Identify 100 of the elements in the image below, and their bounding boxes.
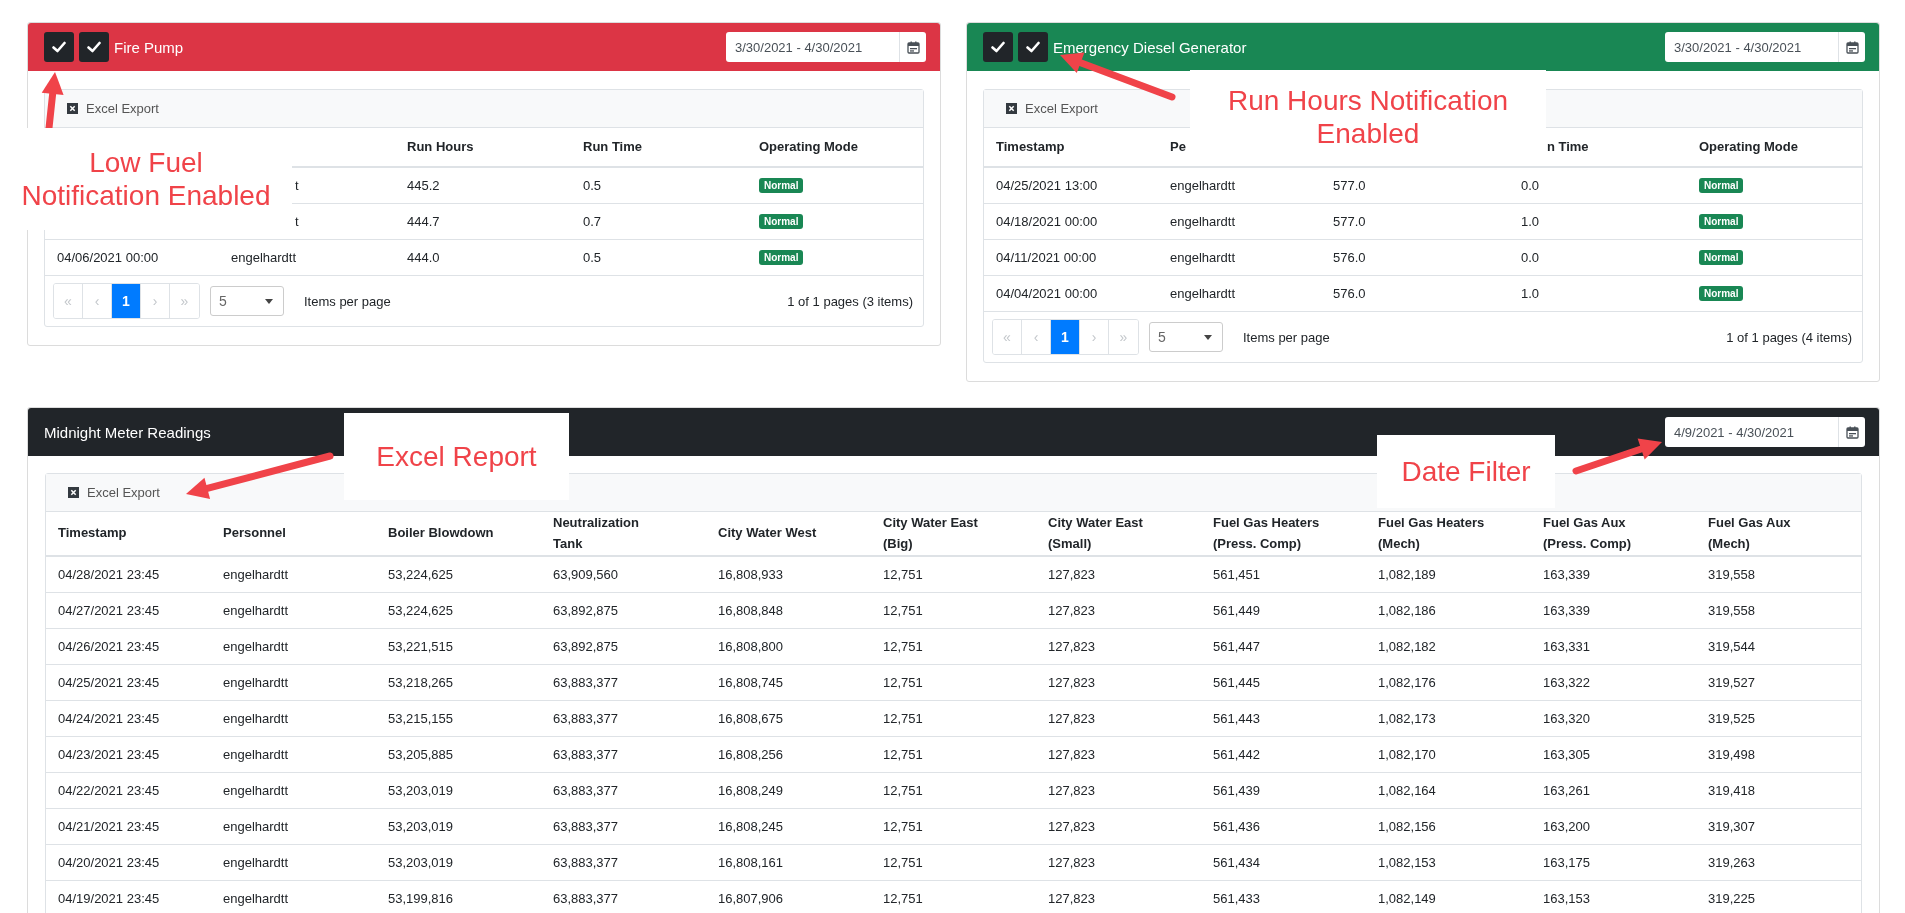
- column-header: Fuel Gas Heaters (Press. Comp): [1213, 513, 1320, 553]
- table-cell: 163,305: [1543, 747, 1590, 762]
- column-header: City Water East (Big): [883, 513, 978, 553]
- page-button[interactable]: 1: [1051, 320, 1080, 354]
- table-cell: 16,808,161: [718, 855, 784, 870]
- table-cell: 63,892,875: [553, 639, 619, 654]
- table-cell: 163,320: [1543, 711, 1590, 726]
- table-cell: 163,153: [1543, 891, 1590, 906]
- table-cell: 0.5: [583, 178, 602, 193]
- date-range-field[interactable]: 4/9/2021 - 4/30/2021: [1665, 417, 1865, 447]
- table-cell: 04/27/2021 23:45: [58, 603, 160, 618]
- table-cell: engelhardtt: [223, 603, 289, 618]
- table-cell: 127,823: [1048, 891, 1095, 906]
- table-cell: 04/19/2021 23:45: [58, 891, 160, 906]
- table-cell: 561,442: [1213, 747, 1260, 762]
- page-button[interactable]: 1: [112, 284, 141, 318]
- column-header: Run Time: [583, 137, 642, 156]
- table-cell: 04/25/2021 13:00: [996, 178, 1098, 193]
- table-cell: 53,224,625: [388, 603, 454, 618]
- panel-title: Midnight Meter Readings: [44, 423, 211, 441]
- table-cell: 319,498: [1708, 747, 1755, 762]
- column-header: Timestamp: [58, 524, 127, 543]
- table-cell: 1,082,156: [1378, 819, 1436, 834]
- table-cell: 16,808,848: [718, 603, 784, 618]
- toggle-button[interactable]: [79, 32, 109, 62]
- excel-icon: [1006, 103, 1017, 114]
- table-cell: 319,544: [1708, 639, 1755, 654]
- toggle-button[interactable]: [1018, 32, 1048, 62]
- excel-icon: [67, 103, 78, 114]
- table-cell: 319,558: [1708, 567, 1755, 582]
- table-cell: engelhardtt: [223, 675, 289, 690]
- table-cell: 16,808,245: [718, 819, 784, 834]
- column-header: Personnel: [223, 524, 286, 543]
- table-cell: 163,322: [1543, 675, 1590, 690]
- excel-icon: [68, 487, 79, 498]
- table-cell: engelhardtt: [223, 711, 289, 726]
- table-cell: 576.0: [1333, 250, 1366, 265]
- check-icon: [52, 41, 66, 53]
- table-cell: 319,527: [1708, 675, 1755, 690]
- table-cell: 04/22/2021 23:45: [58, 783, 160, 798]
- table-cell: 127,823: [1048, 783, 1095, 798]
- table-cell: 319,418: [1708, 783, 1755, 798]
- table-cell: 319,525: [1708, 711, 1755, 726]
- status-badge: Normal: [1699, 286, 1744, 301]
- toggle-button[interactable]: [44, 32, 74, 62]
- page-size-select[interactable]: 5: [210, 286, 284, 316]
- table-cell: 12,751: [883, 747, 923, 762]
- table-cell: 53,218,265: [388, 675, 454, 690]
- column-header: City Water East (Small): [1048, 513, 1143, 553]
- table-cell: 12,751: [883, 819, 923, 834]
- table-cell: 561,451: [1213, 567, 1260, 582]
- table-cell: 1.0: [1521, 286, 1540, 301]
- table-cell: engelhardtt: [223, 783, 289, 798]
- table-cell: 53,221,515: [388, 639, 454, 654]
- table-cell: 319,307: [1708, 819, 1755, 834]
- table-cell: 53,224,625: [388, 567, 454, 582]
- table-cell: 1.0: [1521, 214, 1540, 229]
- table-cell: 163,261: [1543, 783, 1590, 798]
- column-header: Boiler Blowdown: [388, 524, 494, 543]
- table-cell-text: t: [293, 214, 299, 229]
- status-badge: Normal: [1699, 214, 1744, 229]
- table-cell: 127,823: [1048, 747, 1095, 762]
- table-cell: 127,823: [1048, 855, 1095, 870]
- table-cell: 12,751: [883, 675, 923, 690]
- callout-text: Run Hours Notification Enabled: [1227, 83, 1509, 151]
- table-cell: 445.2: [407, 178, 440, 193]
- panel-title: Fire Pump: [114, 38, 184, 56]
- table-cell: 561,443: [1213, 711, 1260, 726]
- excel-export-button[interactable]: Excel Export: [65, 98, 161, 119]
- table-cell: 163,175: [1543, 855, 1590, 870]
- table-cell: 1,082,173: [1378, 711, 1436, 726]
- column-header: Operating Mode: [1699, 137, 1798, 156]
- table-cell: engelhardtt: [231, 250, 297, 265]
- table-cell: 04/25/2021 23:45: [58, 675, 160, 690]
- table-cell: 63,883,377: [553, 783, 619, 798]
- page-size-label: Items per page: [1243, 329, 1330, 345]
- table-cell: 127,823: [1048, 639, 1095, 654]
- table-cell: 53,205,885: [388, 747, 454, 762]
- table-cell: engelhardtt: [1170, 286, 1236, 301]
- table-cell: engelhardtt: [223, 567, 289, 582]
- table-cell: 319,263: [1708, 855, 1755, 870]
- table-cell: 04/11/2021 00:00: [996, 250, 1097, 265]
- table-cell: 53,203,019: [388, 855, 454, 870]
- panel-title: Emergency Diesel Generator: [1053, 38, 1247, 56]
- excel-export-button[interactable]: Excel Export: [1004, 98, 1100, 119]
- page-size-select[interactable]: 5: [1149, 322, 1223, 352]
- table-cell: 561,447: [1213, 639, 1260, 654]
- pager-summary: 1 of 1 pages (4 items): [1726, 329, 1852, 345]
- date-range-field[interactable]: 3/30/2021 - 4/30/2021: [726, 32, 926, 62]
- table-cell: 1,082,164: [1378, 783, 1436, 798]
- column-header: City Water West: [718, 524, 817, 543]
- check-icon: [87, 41, 101, 53]
- table-cell: 577.0: [1333, 178, 1366, 193]
- column-header: Fuel Gas Aux (Press. Comp): [1543, 513, 1632, 553]
- table-cell: 127,823: [1048, 711, 1095, 726]
- status-badge: Normal: [1699, 178, 1744, 193]
- excel-export-button[interactable]: Excel Export: [66, 482, 162, 503]
- date-range-field[interactable]: 3/30/2021 - 4/30/2021: [1665, 32, 1865, 62]
- toggle-button[interactable]: [983, 32, 1013, 62]
- table-cell: 163,339: [1543, 603, 1590, 618]
